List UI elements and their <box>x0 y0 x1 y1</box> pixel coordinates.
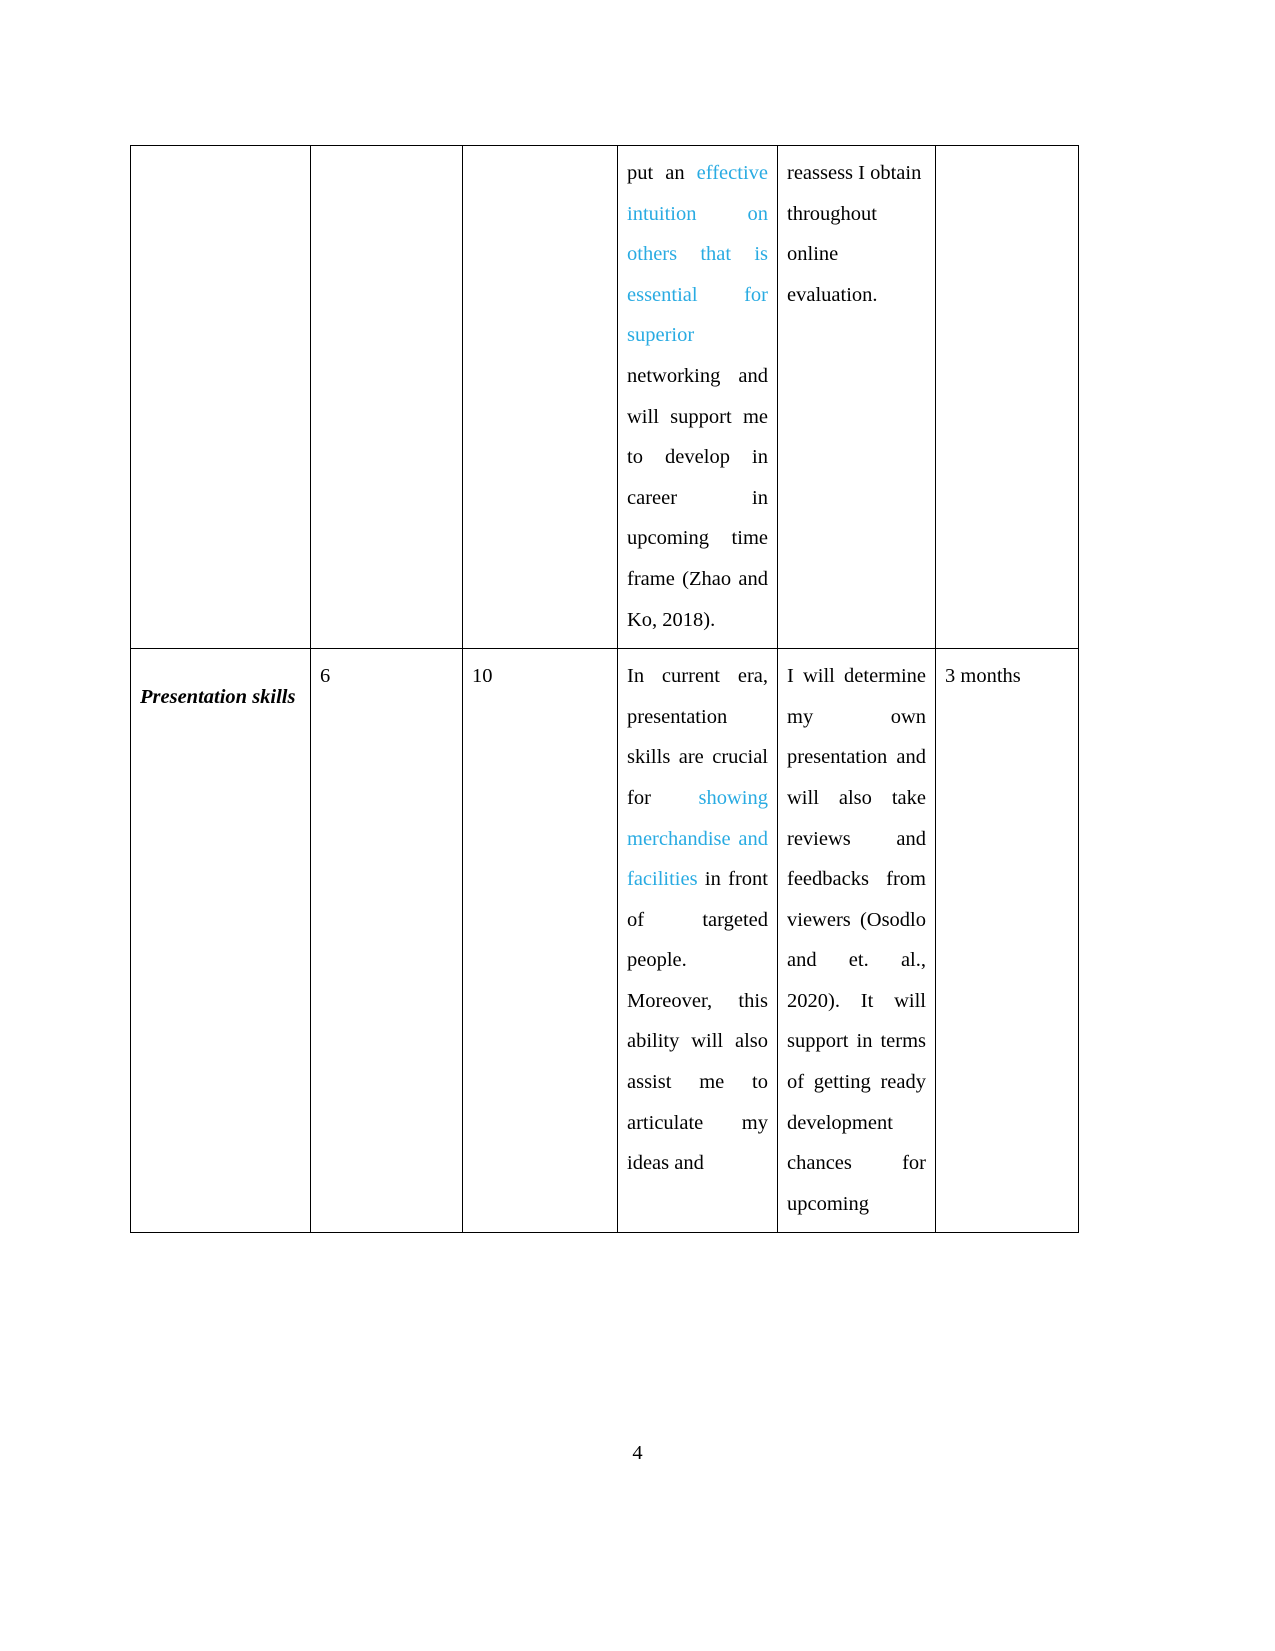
cell-development-opportunities: put an effective intuition on others tha… <box>617 144 778 650</box>
cell-criteria-for-judging-success: I will determine my own presentation and… <box>777 648 936 1234</box>
cell-development-opportunities: In current era, presentation skills are … <box>617 648 778 1234</box>
cell-criteria-for-judging-success: reassess I obtain throughout online eval… <box>777 144 936 650</box>
skill-label: Presentation skills <box>140 685 296 708</box>
document-page: put an effective intuition on others tha… <box>0 0 1275 1651</box>
text-segment-plain: put an <box>627 162 697 184</box>
table-row: put an effective intuition on others tha… <box>130 144 1079 650</box>
cell-current-rating <box>310 144 463 650</box>
text-segment-plain: in front of targeted people. Moreover, t… <box>627 868 768 1175</box>
cell-target-rating <box>462 144 618 650</box>
page-number: 4 <box>632 1442 643 1464</box>
cell-skill: Presentation skills <box>130 648 311 1234</box>
cell-skill <box>130 144 311 650</box>
text-segment-plain: networking and will support me to develo… <box>627 364 768 631</box>
text-segment-highlighted: effective intuition on others that is es… <box>627 162 768 347</box>
table-row: Presentation skills 6 10 In current era,… <box>130 648 1079 1234</box>
development-opportunities-text: put an effective intuition on others tha… <box>627 153 768 640</box>
development-opportunities-text: In current era, presentation skills are … <box>627 656 768 1184</box>
current-rating-value: 6 <box>320 665 331 688</box>
target-rating-value: 10 <box>472 665 493 688</box>
cell-time-frame: 3 months <box>935 648 1079 1234</box>
time-frame-value: 3 months <box>945 665 1021 688</box>
cell-time-frame <box>935 144 1079 650</box>
cell-target-rating: 10 <box>462 648 618 1234</box>
criteria-text: reassess I obtain throughout online eval… <box>787 162 922 306</box>
table-clip-region: put an effective intuition on others tha… <box>0 0 1275 1404</box>
cell-current-rating: 6 <box>310 648 463 1234</box>
skills-development-table: put an effective intuition on others tha… <box>130 144 1079 1234</box>
criteria-text: I will determine my own presentation and… <box>787 665 926 1215</box>
